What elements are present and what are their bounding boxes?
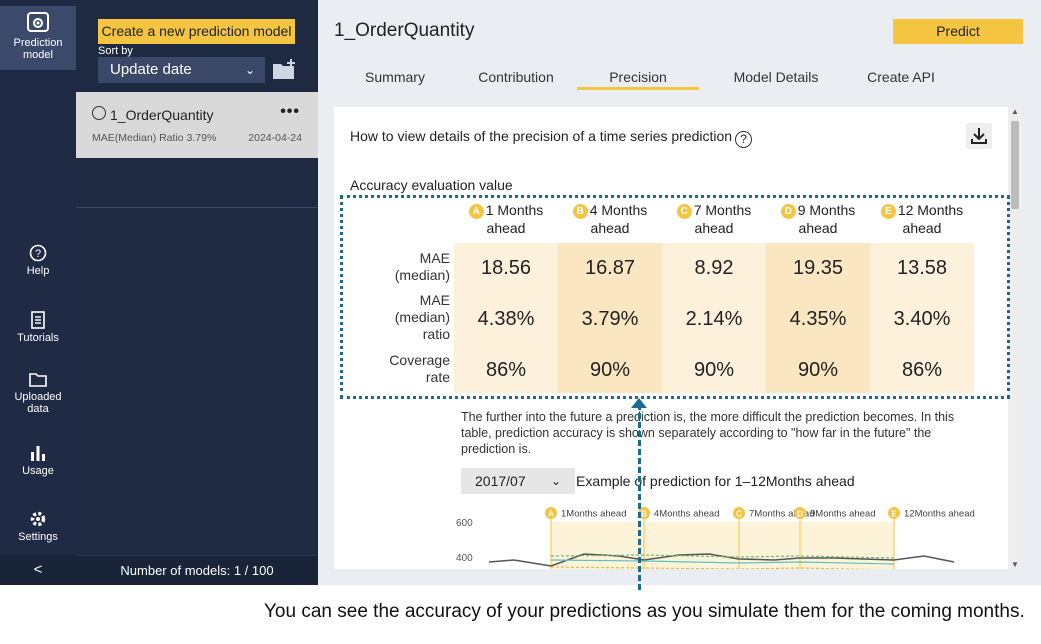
- nav-usage[interactable]: Usage: [0, 444, 76, 477]
- nav-settings[interactable]: Settings: [0, 510, 76, 543]
- model-status-icon: [92, 106, 106, 120]
- tab-model-details[interactable]: Model Details: [714, 62, 838, 90]
- marker-label: 9Months ahead: [810, 509, 876, 520]
- gear-icon: [30, 511, 46, 527]
- create-model-button[interactable]: Create a new prediction model: [98, 19, 295, 44]
- nav-prediction-model[interactable]: Prediction model: [0, 6, 76, 70]
- nav-label: Uploaded data: [14, 391, 62, 415]
- howto-text: How to view details of the precision of …: [350, 128, 733, 144]
- marker-label: 4Months ahead: [654, 509, 720, 520]
- more-options-icon[interactable]: •••: [280, 103, 300, 121]
- caption-text: You can see the accuracy of your predict…: [264, 601, 1025, 622]
- nav-label: Help: [26, 265, 50, 277]
- nav-help[interactable]: ? Help: [0, 244, 76, 277]
- panel-scrollbar[interactable]: ▲ ▼: [1008, 107, 1022, 569]
- svg-text:?: ?: [35, 248, 41, 260]
- marker-label: 1Months ahead: [561, 509, 627, 520]
- mini-forecast-chart: 600 400 A 1Months ahead B 4Months ahead …: [456, 507, 975, 569]
- model-name: 1_OrderQuantity: [110, 107, 214, 123]
- download-icon: [971, 128, 987, 144]
- marker-badge-letter: E: [891, 510, 897, 519]
- model-date: 2024-04-24: [248, 132, 302, 144]
- tab-summary[interactable]: Summary: [344, 62, 446, 90]
- marker-badge-letter: A: [548, 510, 554, 519]
- model-list-item[interactable]: 1_OrderQuantity ••• MAE(Median) Ratio 3.…: [76, 92, 318, 158]
- model-sidebar: Create a new prediction model Sort by Up…: [76, 0, 318, 585]
- nav-label: Usage: [22, 465, 54, 477]
- marker-badge-letter: D: [797, 510, 803, 519]
- howto-link[interactable]: How to view details of the precision of …: [350, 128, 753, 148]
- tutorials-icon: [31, 311, 45, 329]
- prediction-model-icon: [27, 12, 49, 32]
- scrollbar-thumb[interactable]: [1011, 121, 1019, 209]
- folder-icon: [29, 373, 47, 387]
- nav-tutorials[interactable]: Tutorials: [0, 311, 76, 344]
- sort-select[interactable]: Update date ⌄: [98, 57, 265, 83]
- sort-by-label: Sort by: [98, 45, 133, 57]
- collapse-nav-button[interactable]: <: [0, 555, 76, 585]
- date-value: 2017/07: [475, 473, 526, 489]
- nav-label: Prediction model: [13, 37, 63, 61]
- download-button[interactable]: [966, 123, 992, 149]
- scroll-up-icon[interactable]: ▲: [1008, 107, 1022, 116]
- callout-arrow-line: [638, 404, 641, 590]
- new-folder-icon[interactable]: [272, 58, 296, 80]
- highlight-box: [340, 195, 1010, 399]
- nav-label: Tutorials: [17, 332, 59, 344]
- marker-label: 12Months ahead: [904, 509, 975, 520]
- y-tick: 600: [456, 518, 473, 529]
- predict-button[interactable]: Predict: [893, 19, 1023, 44]
- sidebar-divider: [76, 207, 318, 208]
- help-icon: ?: [29, 244, 47, 262]
- model-metric: MAE(Median) Ratio 3.79%: [92, 132, 217, 144]
- tab-create-api[interactable]: Create API: [844, 62, 958, 90]
- example-label: Example of prediction for 1–12Months ahe…: [576, 473, 855, 489]
- help-circle-icon[interactable]: ?: [735, 131, 753, 148]
- y-tick: 400: [456, 553, 473, 564]
- chevron-down-icon: ⌄: [550, 474, 561, 488]
- explanation-text: The further into the future a prediction…: [461, 410, 955, 456]
- marker-badge-letter: B: [641, 510, 647, 519]
- sort-value: Update date: [110, 61, 192, 78]
- tab-contribution[interactable]: Contribution: [462, 62, 570, 90]
- nav-uploaded-data[interactable]: Uploaded data: [0, 372, 76, 415]
- tab-precision[interactable]: Precision: [577, 62, 699, 90]
- marker-badge-letter: C: [736, 510, 742, 519]
- page-title: 1_OrderQuantity: [334, 20, 475, 41]
- model-count: Number of models: 1 / 100: [76, 555, 318, 585]
- left-nav: Prediction model ? Help Tutorials Upload…: [0, 0, 76, 585]
- accuracy-evaluation-label: Accuracy evaluation value: [350, 177, 513, 193]
- nav-label: Settings: [18, 531, 58, 543]
- forecast-range-bg: [551, 522, 894, 569]
- date-select[interactable]: 2017/07 ⌄: [461, 468, 575, 494]
- scroll-down-icon[interactable]: ▼: [1008, 560, 1022, 569]
- chevron-down-icon: ⌄: [244, 63, 255, 77]
- bar-chart-icon: [31, 446, 45, 461]
